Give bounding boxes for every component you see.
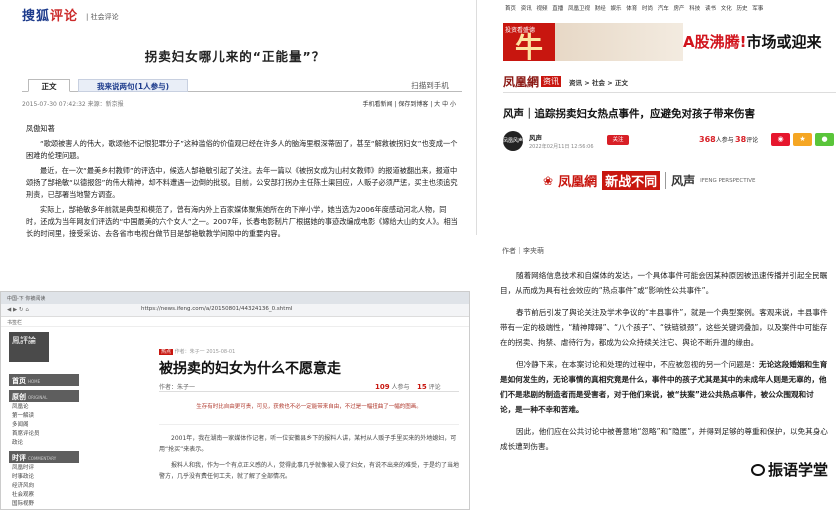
commentary-logo[interactable]: 鳳評論 (9, 332, 49, 362)
banner-headline: A股沸腾!市场或迎来 (683, 33, 822, 51)
paragraph: 2001年，我在湖南一家媒体作记者，听一位安徽县乡下的报料人讲，某村从人贩子手里… (159, 424, 459, 455)
paragraph: 因此，他们应在公共讨论中被善意地“忽略”和“隐匿”，并得到足够的尊重和保护，以免… (500, 427, 828, 451)
article-meta: 2015-07-30 07:42:32 来源：新京报 手机看新闻 | 保存到博客… (22, 99, 462, 111)
ifeng-news-panel: 首页 资讯 视频 直播 凤凰卫视 财经 娱乐 体育 时尚 汽车 房产 科技 读书… (476, 0, 836, 235)
paragraph: 但冷静下来，在本案讨论和处理的过程中，不应被忽视的另一个问题是：无论这段婚姻和生… (500, 360, 828, 414)
qzone-share-icon[interactable]: ★ (793, 133, 812, 146)
sidebar-item[interactable]: 凤凰时评 (9, 463, 79, 472)
promo-column-en: IFENG PERSPECTIVE (700, 177, 756, 184)
sidebar-section-original[interactable]: 原创 ORIGINAL (9, 390, 79, 402)
page-title: 被拐卖的妇女为什么不愿意走 (159, 361, 341, 377)
comment-count[interactable]: 38评论 (735, 135, 758, 144)
url-text[interactable]: https://news.ifeng.com/a/20150801/443241… (141, 306, 292, 312)
avatar[interactable]: 凤凰风声 (503, 131, 523, 151)
paragraph: “歌颂被害人的伟大，歌颂他不记恨犯罪分子”这种滥俗的价值观已经在许多人的脑海里根… (26, 139, 458, 160)
sidebar-item[interactable]: 时事政论 (9, 472, 79, 481)
site-brand: 凤凰網 资讯 资讯 > 社会 > 正文 (503, 75, 836, 93)
browser-tab[interactable]: 中国-下 你被阅读 (1, 292, 469, 304)
sidebar-section-commentary[interactable]: 时评 COMMENTARY (9, 451, 79, 463)
column-promo: ❀ 凤凰網 新战不同 风声 IFENG PERSPECTIVE (543, 171, 836, 190)
ifeng-bird-icon: ❀ (543, 173, 554, 188)
author-bar: 作者：朱子一 109 人参与 15 评论 (159, 382, 459, 392)
ad-banner[interactable]: 投资看盛德 牛 A股沸腾!市场或迎来 (503, 23, 836, 64)
article-tabs: 正文 我来说两句(1人参与) 扫描到手机 (22, 79, 462, 92)
ifeng-logo[interactable]: 凤凰網 (503, 73, 539, 90)
paragraph: 实际上，郜艳敏多年前就是典型和模范了，曾有海内外上百家媒体聚焦她所在的下岸小学，… (26, 205, 458, 238)
author-line: 凤傲知著 (26, 124, 55, 133)
address-bar[interactable]: ◀ ▶ ↻ ⌂ https://news.ifeng.com/a/2015080… (1, 304, 469, 317)
banner-big-glyph: 牛 (514, 31, 543, 64)
publish-time: 2022年02月11日 12:56:06 (529, 144, 594, 150)
breadcrumb[interactable]: | 社会评论 (86, 12, 119, 22)
paragraph: 随着网络信息技术和自媒体的发达，一个具体事件可能会因某种原因被迅速传播并引起全民… (500, 271, 828, 295)
byline: 作者：朱子一 (159, 384, 196, 391)
publish-date: 2015-07-30 07:42:32 来源：新京报 (22, 101, 124, 108)
sidebar: 鳳評論 首页 HOME 原创 ORIGINAL 凤凰论 第一解读 多闻阁 首席评论员… (9, 332, 79, 508)
author-bar: 凤凰风声 风声 2022年02月11日 12:56:06 关注 368人参与 3… (503, 131, 834, 153)
article-body: 凤傲知著 “歌颂被害人的伟大，歌颂他不记恨犯罪分子”这种滥俗的价值观已经在许多人… (26, 123, 460, 240)
article-tools[interactable]: 手机看新闻 | 保存到博客 | 大 中 小 (363, 99, 457, 108)
comment-count[interactable]: 15 评论 (417, 382, 441, 391)
promo-column-name: 风声 (665, 172, 695, 189)
author-name[interactable]: 风声 (529, 132, 542, 142)
sidebar-item[interactable]: 首席评论员 (9, 429, 79, 438)
sohu-header: 搜狐评论 | 社会评论 (0, 0, 470, 28)
weibo-share-icon[interactable]: ◉ (771, 133, 790, 146)
tab-comments[interactable]: 我来说两句(1人参与) (78, 79, 188, 92)
ifeng-commentary-panel: 中国-下 你被阅读 ◀ ▶ ↻ ⌂ https://news.ifeng.com… (0, 291, 470, 510)
sidebar-item[interactable]: 政论 (9, 438, 79, 447)
tab-main-text[interactable]: 正文 (28, 79, 70, 92)
participant-count[interactable]: 368人参与 (699, 135, 734, 144)
sidebar-item[interactable]: 国际视野 (9, 499, 79, 508)
bookmark-bar[interactable]: 书签栏 (1, 317, 469, 327)
top-nav[interactable]: 首页 资讯 视频 直播 凤凰卫视 财经 娱乐 体育 时尚 汽车 房产 科技 读书… (477, 0, 836, 14)
promo-slogan: 新战不同 (602, 171, 661, 190)
nav-buttons[interactable]: ◀ ▶ ↻ ⌂ (7, 307, 29, 313)
scan-to-phone-link[interactable]: 扫描到手机 (400, 79, 460, 92)
watermark: 振语学堂 (750, 459, 828, 480)
promo-logo: 凤凰網 (558, 175, 598, 190)
hot-badge: 热点 (159, 349, 174, 355)
breadcrumb[interactable]: 资讯 > 社会 > 正文 (569, 77, 628, 87)
paragraph: 报料人和我，作为一个有点正义感的人，觉得此事几乎就像被入侵了妇女，有说不出来的难… (159, 462, 460, 480)
paragraph: 春节前后引发了舆论关注及学术争议的“丰县事件”，就是一个典型案例。客观来说，丰县… (500, 308, 828, 347)
ifeng-article-text-panel: 作者｜李夹萌 随着网络信息技术和自媒体的发达，一个具体事件可能会因某种原因被迅速… (476, 240, 836, 510)
banner-left: 投资看盛德 牛 (503, 23, 555, 64)
lead-summary: 生存有时比自由更可贵，可见，获救也不必一定能带来自由，不过是一幅扭曲了一幅的图画… (196, 404, 422, 410)
sohu-article-panel: 搜狐评论 | 社会评论 拐卖妇女哪儿来的“正能量”？ 正文 我来说两句(1人参与… (0, 0, 470, 265)
follow-button[interactable]: 关注 (607, 135, 629, 145)
author-line: 作者｜李夹萌 (502, 247, 544, 255)
channel-tag[interactable]: 资讯 (541, 76, 562, 87)
wechat-share-icon[interactable]: ● (815, 133, 834, 146)
sidebar-item[interactable]: 凤凰论 (9, 402, 79, 411)
paragraph: 最近，在一次“最美乡村教师”的评选中，候选人郜艳敏引起了关注。去年一篇以《被拐女… (26, 166, 458, 199)
article-tag-line: 热点 作者：朱子一 2015-08-01 (159, 349, 236, 355)
sidebar-item[interactable]: 多闻阁 (9, 420, 79, 429)
participant-count[interactable]: 109 人参与 (375, 382, 410, 391)
page-title: 拐卖妇女哪儿来的“正能量”？ (144, 49, 326, 64)
wechat-icon (750, 463, 765, 476)
article-main: 热点 作者：朱子一 2015-08-01 被拐卖的妇女为什么不愿意走 作者：朱子… (159, 348, 459, 482)
sidebar-item[interactable]: 经济风向 (9, 481, 79, 490)
sidebar-item[interactable]: 社会观察 (9, 490, 79, 499)
sohu-logo[interactable]: 搜狐评论 (22, 5, 78, 24)
banner-image (555, 23, 683, 61)
sidebar-section-home[interactable]: 首页 HOME (9, 374, 79, 386)
sidebar-item[interactable]: 第一解读 (9, 411, 79, 420)
page-title: 风声｜追踪拐卖妇女热点事件，应避免对孩子带来伤害 (503, 108, 755, 120)
article-body: 随着网络信息技术和自媒体的发达，一个具体事件可能会因某种原因被迅速传播并引起全民… (500, 268, 828, 454)
